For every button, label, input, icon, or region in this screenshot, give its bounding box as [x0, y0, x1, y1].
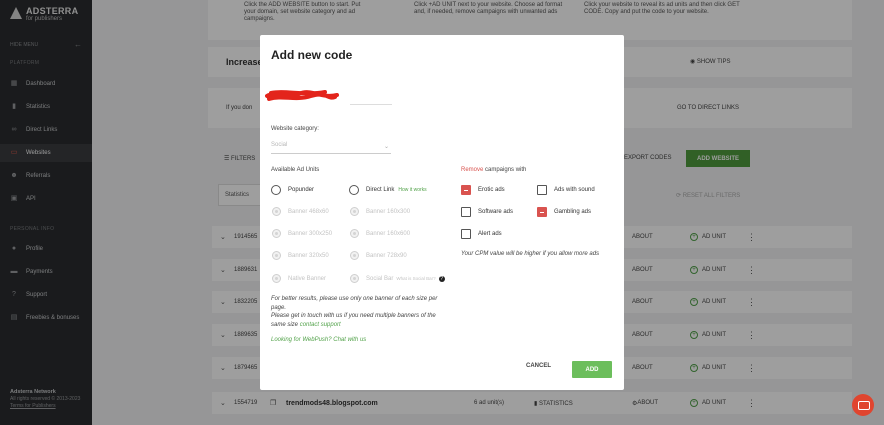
radio-label: Banner 160x300	[366, 208, 411, 215]
radio-circle[interactable]	[271, 185, 281, 195]
checkbox-box[interactable]	[537, 185, 547, 195]
radio-circle[interactable]	[350, 229, 359, 238]
checkbox-ads-with-sound[interactable]: Ads with sound	[537, 185, 595, 195]
radio-banner-728x90[interactable]: Banner 728x90	[350, 251, 407, 260]
radio-circle[interactable]	[272, 229, 281, 238]
radio-circle[interactable]	[350, 274, 359, 283]
add-new-code-modal: Add new code Website category: Social ⌄ …	[260, 35, 624, 390]
radio-banner-160x300[interactable]: Banner 160x300	[350, 207, 410, 216]
radio-label: Banner 300x250	[288, 230, 333, 237]
website-category-label: Website category:	[271, 126, 319, 132]
how-it-works-link[interactable]: How it works	[398, 187, 426, 193]
note-2: Please get in touch with us if you need …	[271, 313, 436, 328]
category-value: Social	[271, 142, 288, 148]
radio-label: Direct Link	[366, 187, 395, 193]
radio-direct-link[interactable]: Direct Link How it works	[349, 185, 427, 195]
banner-notes: For better results, please use only one …	[271, 295, 451, 329]
remove-campaigns-label: Remove campaigns with	[461, 167, 526, 173]
radio-banner-468x60[interactable]: Banner 468x60	[272, 207, 329, 216]
radio-label: Banner 468x60	[288, 208, 329, 215]
checkbox-gambling-ads[interactable]: Gambling ads	[537, 207, 591, 217]
what-is-social-bar-link[interactable]: What is Social Bar?	[396, 276, 435, 281]
domain-input[interactable]	[350, 104, 392, 105]
contact-support-link[interactable]: contact support	[300, 322, 341, 328]
chat-bubble-icon[interactable]	[852, 394, 874, 416]
radio-native-banner[interactable]: Native Banner	[272, 274, 326, 283]
radio-circle[interactable]	[272, 207, 281, 216]
radio-label: Banner 160x600	[366, 230, 411, 237]
radio-label: Banner 320x50	[288, 252, 329, 259]
remove-rest: campaigns with	[483, 167, 527, 173]
checkbox-box[interactable]	[461, 185, 471, 195]
modal-title: Add new code	[271, 48, 353, 62]
cpm-note: Your CPM value will be higher if you all…	[461, 251, 600, 257]
radio-banner-300x250[interactable]: Banner 300x250	[272, 229, 332, 238]
checkbox-label: Erotic ads	[478, 187, 505, 193]
checkbox-label: Software ads	[478, 209, 514, 215]
remove-word: Remove	[461, 167, 484, 173]
radio-label: Banner 728x90	[366, 252, 407, 259]
radio-circle[interactable]	[272, 251, 281, 260]
radio-banner-320x50[interactable]: Banner 320x50	[272, 251, 329, 260]
chevron-down-icon: ⌄	[383, 144, 389, 150]
note-1: For better results, please use only one …	[271, 296, 438, 311]
checkbox-label: Alert ads	[478, 231, 502, 237]
checkbox-label: Ads with sound	[554, 187, 595, 193]
radio-social-bar[interactable]: Social Bar What is Social Bar? ?	[350, 274, 445, 283]
radio-circle[interactable]	[350, 251, 359, 260]
radio-circle[interactable]	[350, 207, 359, 216]
redacted-scribble	[265, 90, 339, 101]
radio-popunder[interactable]: Popunder	[271, 185, 314, 195]
checkbox-box[interactable]	[461, 229, 471, 239]
website-category-select[interactable]: Social ⌄	[271, 142, 391, 154]
radio-label: Popunder	[288, 187, 315, 193]
radio-circle[interactable]	[272, 274, 281, 283]
available-ad-units-label: Available Ad Units	[271, 167, 320, 173]
radio-circle[interactable]	[349, 185, 359, 195]
checkbox-software-ads[interactable]: Software ads	[461, 207, 513, 217]
checkbox-label: Gambling ads	[554, 209, 592, 215]
radio-label: Social Bar	[366, 275, 394, 282]
checkbox-box[interactable]	[537, 207, 547, 217]
checkbox-erotic-ads[interactable]: Erotic ads	[461, 185, 505, 195]
checkbox-alert-ads[interactable]: Alert ads	[461, 229, 502, 239]
radio-label: Native Banner	[288, 275, 327, 282]
checkbox-box[interactable]	[461, 207, 471, 217]
help-icon[interactable]: ?	[438, 275, 445, 282]
webpush-chat-link[interactable]: Looking for WebPush? Chat with us	[271, 337, 366, 343]
radio-banner-160x600[interactable]: Banner 160x600	[350, 229, 410, 238]
cancel-button[interactable]: CANCEL	[526, 363, 551, 369]
add-button[interactable]: ADD	[572, 361, 612, 378]
